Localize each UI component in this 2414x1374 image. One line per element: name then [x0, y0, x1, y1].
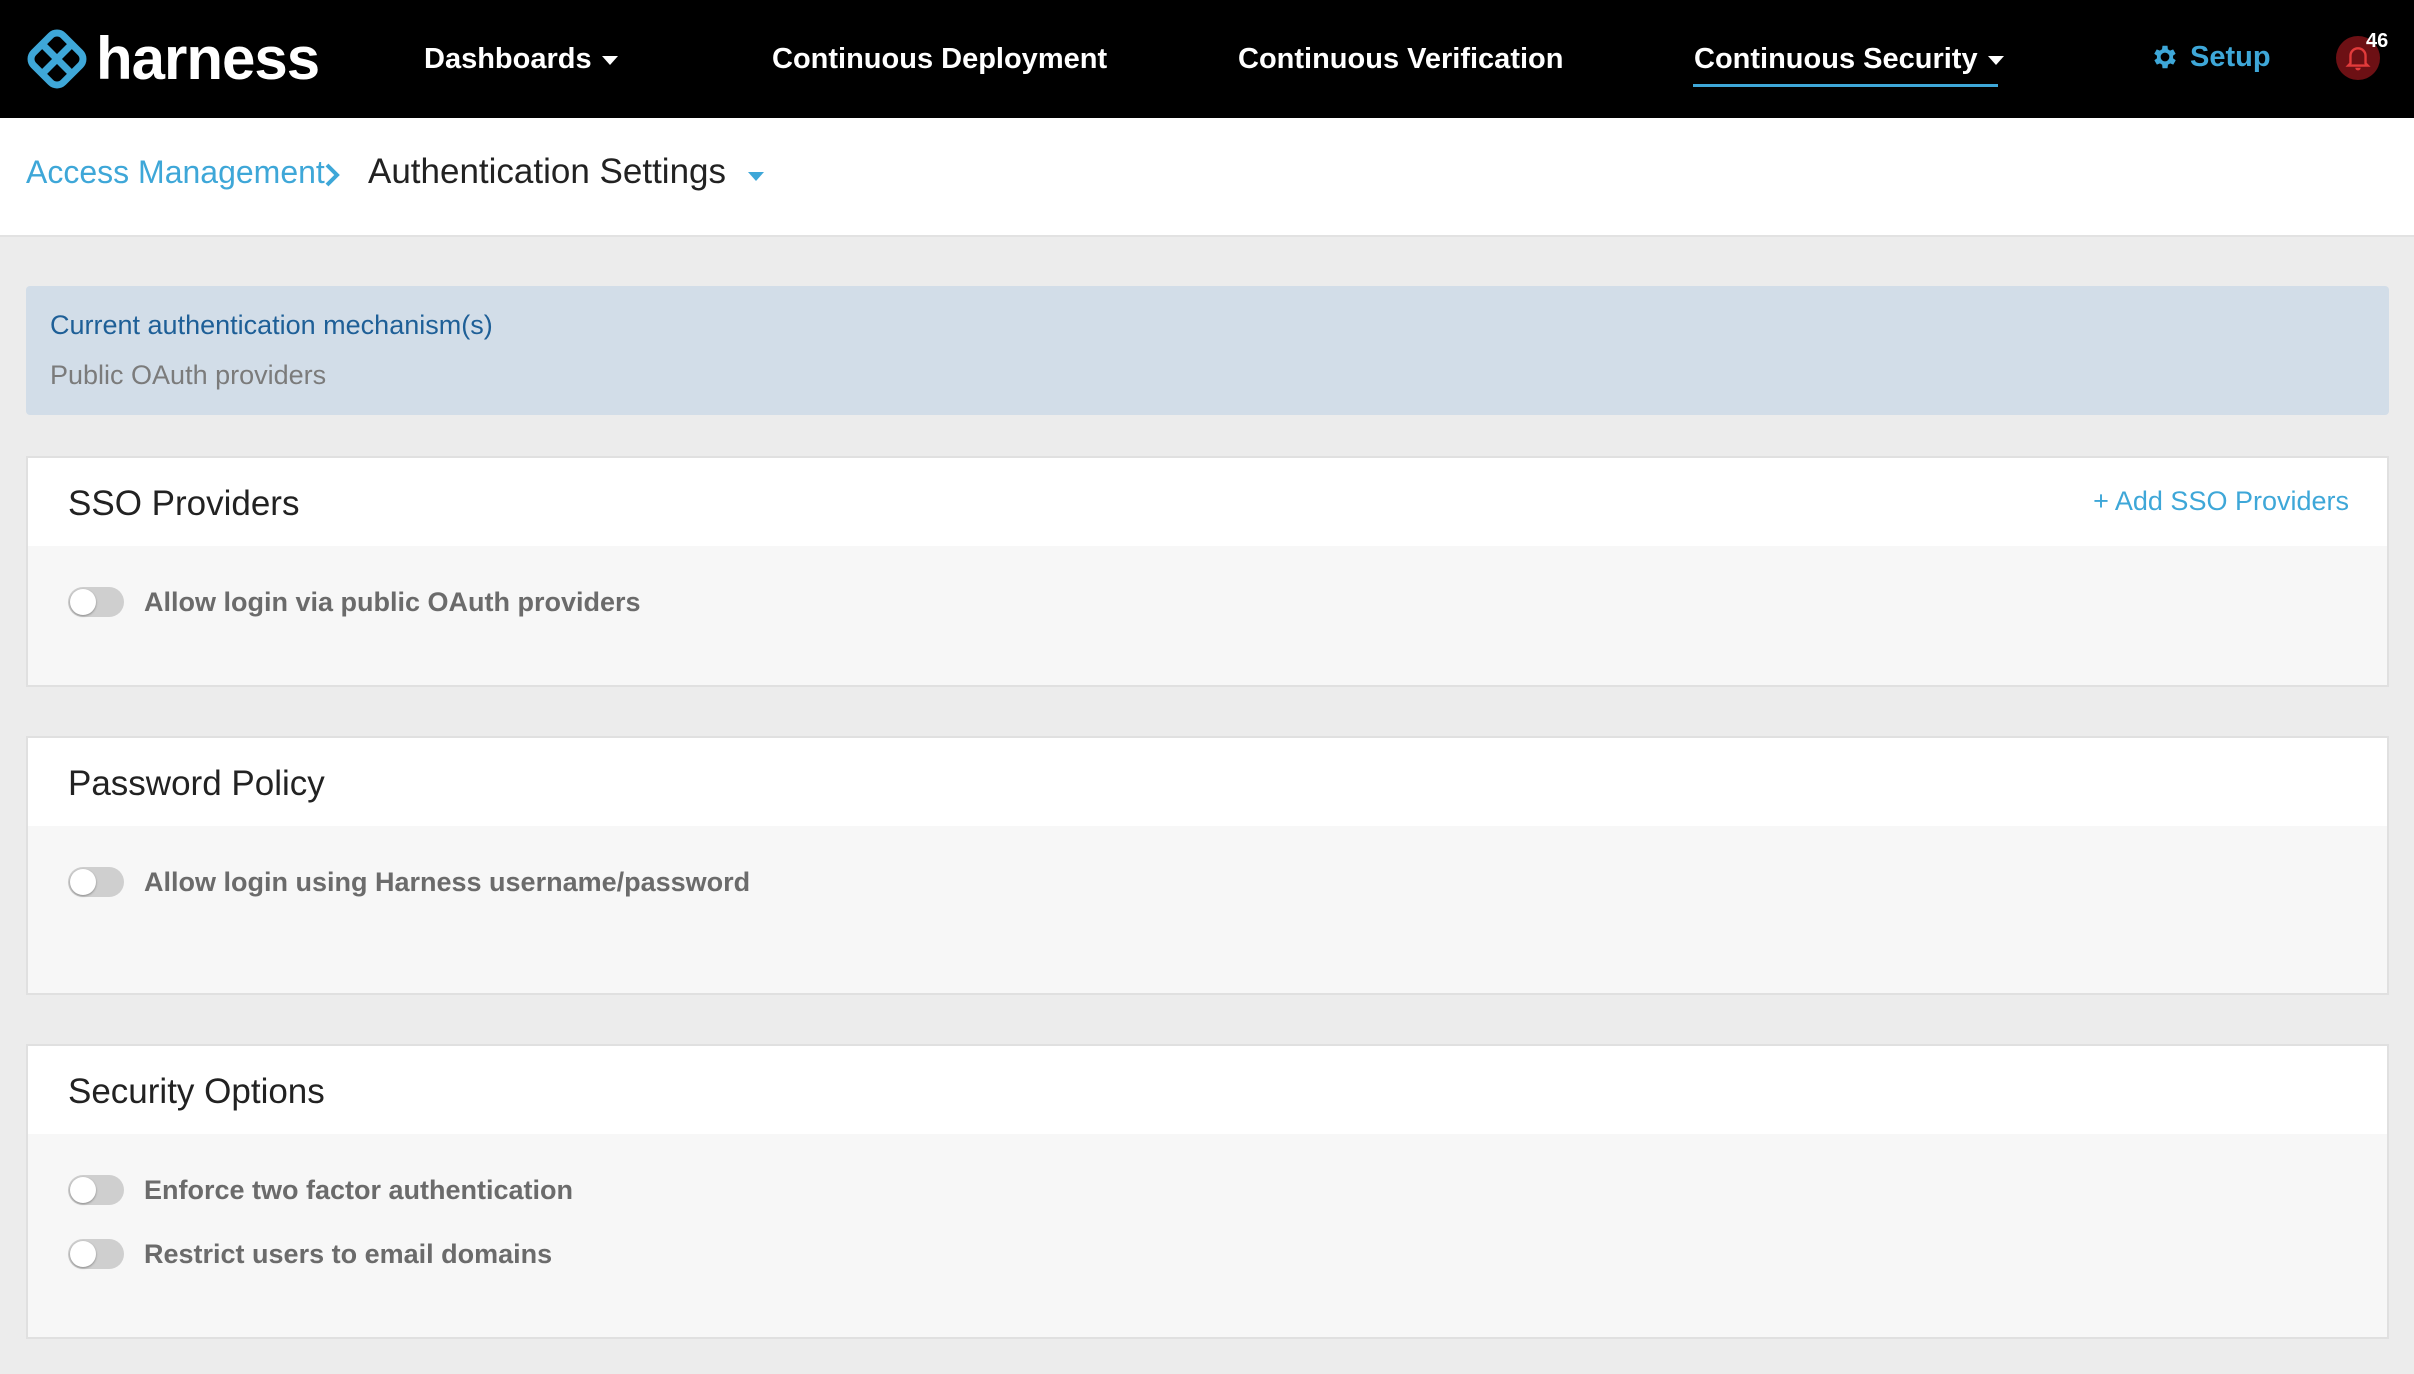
brand-name: harness [96, 25, 320, 92]
password-policy-section: Password Policy Allow login using Harnes… [26, 736, 2389, 995]
active-nav-indicator [1693, 84, 1998, 87]
security-options-header: Security Options [28, 1046, 2387, 1134]
auth-mechanism-value: Public OAuth providers [50, 360, 327, 390]
setup-button[interactable]: Setup [2150, 36, 2271, 78]
toggle-row-two-factor: Enforce two factor authentication [68, 1170, 573, 1210]
password-policy-header: Password Policy [28, 738, 2387, 826]
current-auth-mechanism-panel: Current authentication mechanism(s) Publ… [26, 286, 2389, 415]
nav-continuous-verification-label: Continuous Verification [1238, 43, 1564, 75]
page-switcher-chevron-down-icon[interactable] [748, 172, 764, 181]
sso-providers-header: SSO Providers + Add SSO Providers [28, 458, 2387, 546]
toggle-knob [70, 1177, 96, 1203]
top-navigation-bar: harness Dashboards Continuous Deployment… [0, 0, 2414, 118]
nav-dashboards-label: Dashboards [424, 43, 592, 75]
nav-continuous-security[interactable]: Continuous Security [1694, 38, 2004, 80]
nav-continuous-security-label: Continuous Security [1694, 43, 1978, 75]
gear-icon [2154, 45, 2176, 69]
username-password-toggle[interactable] [68, 867, 124, 897]
two-factor-toggle[interactable] [68, 1175, 124, 1205]
toggle-row-username-password: Allow login using Harness username/passw… [68, 862, 750, 902]
sso-providers-title: SSO Providers [68, 484, 300, 523]
chevron-right-icon [325, 163, 340, 187]
chevron-down-icon [601, 55, 618, 65]
harness-logo[interactable]: harness [26, 25, 320, 92]
nav-continuous-verification[interactable]: Continuous Verification [1238, 38, 1563, 80]
breadcrumb-bar [0, 118, 2414, 237]
public-oauth-label: Allow login via public OAuth providers [144, 586, 641, 617]
auth-mechanism-title: Current authentication mechanism(s) [50, 310, 493, 340]
two-factor-label: Enforce two factor authentication [144, 1174, 574, 1205]
sso-providers-section: SSO Providers + Add SSO Providers Allow … [26, 456, 2389, 687]
nav-continuous-deployment[interactable]: Continuous Deployment [772, 38, 1107, 80]
toggle-knob [70, 1241, 96, 1267]
username-password-label: Allow login using Harness username/passw… [144, 866, 751, 897]
toggle-knob [70, 869, 96, 895]
email-domains-toggle[interactable] [68, 1239, 124, 1269]
public-oauth-toggle[interactable] [68, 587, 124, 617]
nav-continuous-deployment-label: Continuous Deployment [772, 43, 1108, 75]
security-options-section: Security Options Enforce two factor auth… [26, 1044, 2389, 1339]
notification-count-badge: 46 [2366, 30, 2389, 52]
toggle-row-email-domains: Restrict users to email domains [68, 1234, 552, 1274]
page-title: Authentication Settings [368, 152, 727, 191]
toggle-knob [70, 589, 96, 615]
add-sso-providers-button[interactable]: + Add SSO Providers [2093, 486, 2349, 517]
breadcrumb-access-management[interactable]: Access Management [26, 154, 325, 191]
harness-logo-icon [27, 29, 87, 89]
security-options-title: Security Options [68, 1072, 325, 1111]
nav-dashboards[interactable]: Dashboards [424, 38, 618, 80]
toggle-row-public-oauth: Allow login via public OAuth providers [68, 582, 641, 622]
setup-label: Setup [2190, 40, 2271, 73]
password-policy-title: Password Policy [68, 764, 325, 803]
email-domains-label: Restrict users to email domains [144, 1238, 553, 1269]
chevron-down-icon [1987, 55, 2004, 65]
